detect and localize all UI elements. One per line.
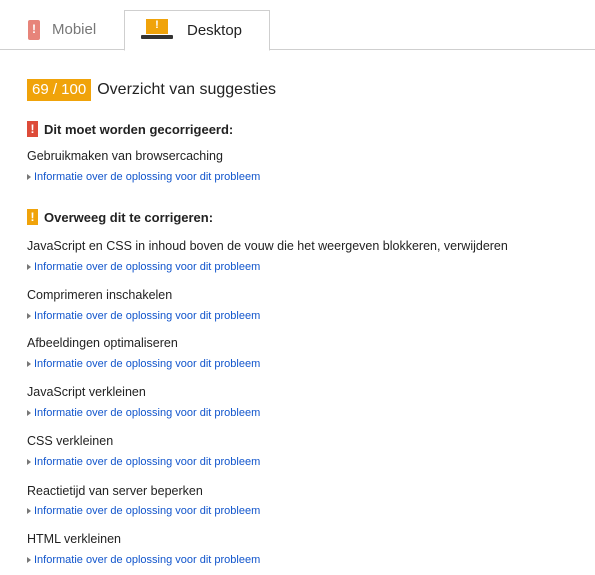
expand-triangle-icon — [27, 508, 31, 514]
rule-info-link[interactable]: Informatie over de oplossing voor dit pr… — [27, 407, 260, 419]
tab-mobile-label: Mobiel — [52, 21, 97, 38]
warning-exclamation-icon: ! — [27, 209, 38, 225]
expand-triangle-icon — [27, 313, 31, 319]
score-row: 69 / 100 Overzicht van suggesties — [27, 79, 276, 101]
expand-triangle-icon — [27, 174, 31, 180]
rule-title: CSS verkleinen — [27, 434, 114, 448]
rule-info-link-label: Informatie over de oplossing voor dit pr… — [34, 407, 261, 419]
expand-triangle-icon — [27, 459, 31, 465]
rule-title: Reactietijd van server beperken — [27, 484, 203, 498]
tab-desktop-label: Desktop — [187, 22, 243, 39]
rule-info-link-label: Informatie over de oplossing voor dit pr… — [34, 456, 261, 468]
rule-title: JavaScript verkleinen — [27, 385, 146, 399]
rule-info-link-label: Informatie over de oplossing voor dit pr… — [34, 171, 261, 183]
expand-triangle-icon — [27, 361, 31, 367]
rule-title: JavaScript en CSS in inhoud boven de vou… — [27, 239, 508, 253]
must-fix-heading-label: Dit moet worden gecorrigeerd: — [44, 121, 234, 137]
score-badge: 69 / 100 — [27, 79, 92, 101]
page-title: Overzicht van suggesties — [97, 81, 276, 98]
rule-title: Afbeeldingen optimaliseren — [27, 336, 178, 350]
must-fix-heading: ! Dit moet worden gecorrigeerd: — [27, 121, 233, 137]
rule-info-link[interactable]: Informatie over de oplossing voor dit pr… — [27, 261, 260, 273]
rule-info-link-label: Informatie over de oplossing voor dit pr… — [34, 554, 261, 566]
tab-desktop[interactable]: Desktop — [124, 10, 270, 51]
rule-info-link[interactable]: Informatie over de oplossing voor dit pr… — [27, 456, 260, 468]
rule-title: HTML verkleinen — [27, 532, 122, 546]
desktop-monitor-warning-icon — [146, 19, 168, 34]
tab-bar: Mobiel Desktop — [0, 0, 595, 51]
rule-info-link-label: Informatie over de oplossing voor dit pr… — [34, 358, 261, 370]
rule-info-link-label: Informatie over de oplossing voor dit pr… — [34, 505, 261, 517]
rule-info-link-label: Informatie over de oplossing voor dit pr… — [34, 261, 261, 273]
rule-info-link[interactable]: Informatie over de oplossing voor dit pr… — [27, 358, 260, 370]
error-exclamation-icon: ! — [27, 121, 38, 137]
expand-triangle-icon — [27, 264, 31, 270]
rule-title: Gebruikmaken van browsercaching — [27, 149, 223, 163]
rule-info-link[interactable]: Informatie over de oplossing voor dit pr… — [27, 310, 260, 322]
consider-fix-heading-label: Overweeg dit te corrigeren: — [44, 209, 214, 225]
rule-info-link[interactable]: Informatie over de oplossing voor dit pr… — [27, 554, 260, 566]
monitor-base-icon — [141, 35, 173, 39]
tab-mobile[interactable]: Mobiel — [12, 10, 124, 50]
rule-title: Comprimeren inschakelen — [27, 288, 173, 302]
expand-triangle-icon — [27, 410, 31, 416]
rule-info-link[interactable]: Informatie over de oplossing voor dit pr… — [27, 171, 260, 183]
mobile-phone-warning-icon — [28, 20, 40, 40]
consider-fix-heading: ! Overweeg dit te corrigeren: — [27, 209, 213, 225]
rule-info-link[interactable]: Informatie over de oplossing voor dit pr… — [27, 505, 260, 517]
rule-info-link-label: Informatie over de oplossing voor dit pr… — [34, 310, 261, 322]
expand-triangle-icon — [27, 557, 31, 563]
